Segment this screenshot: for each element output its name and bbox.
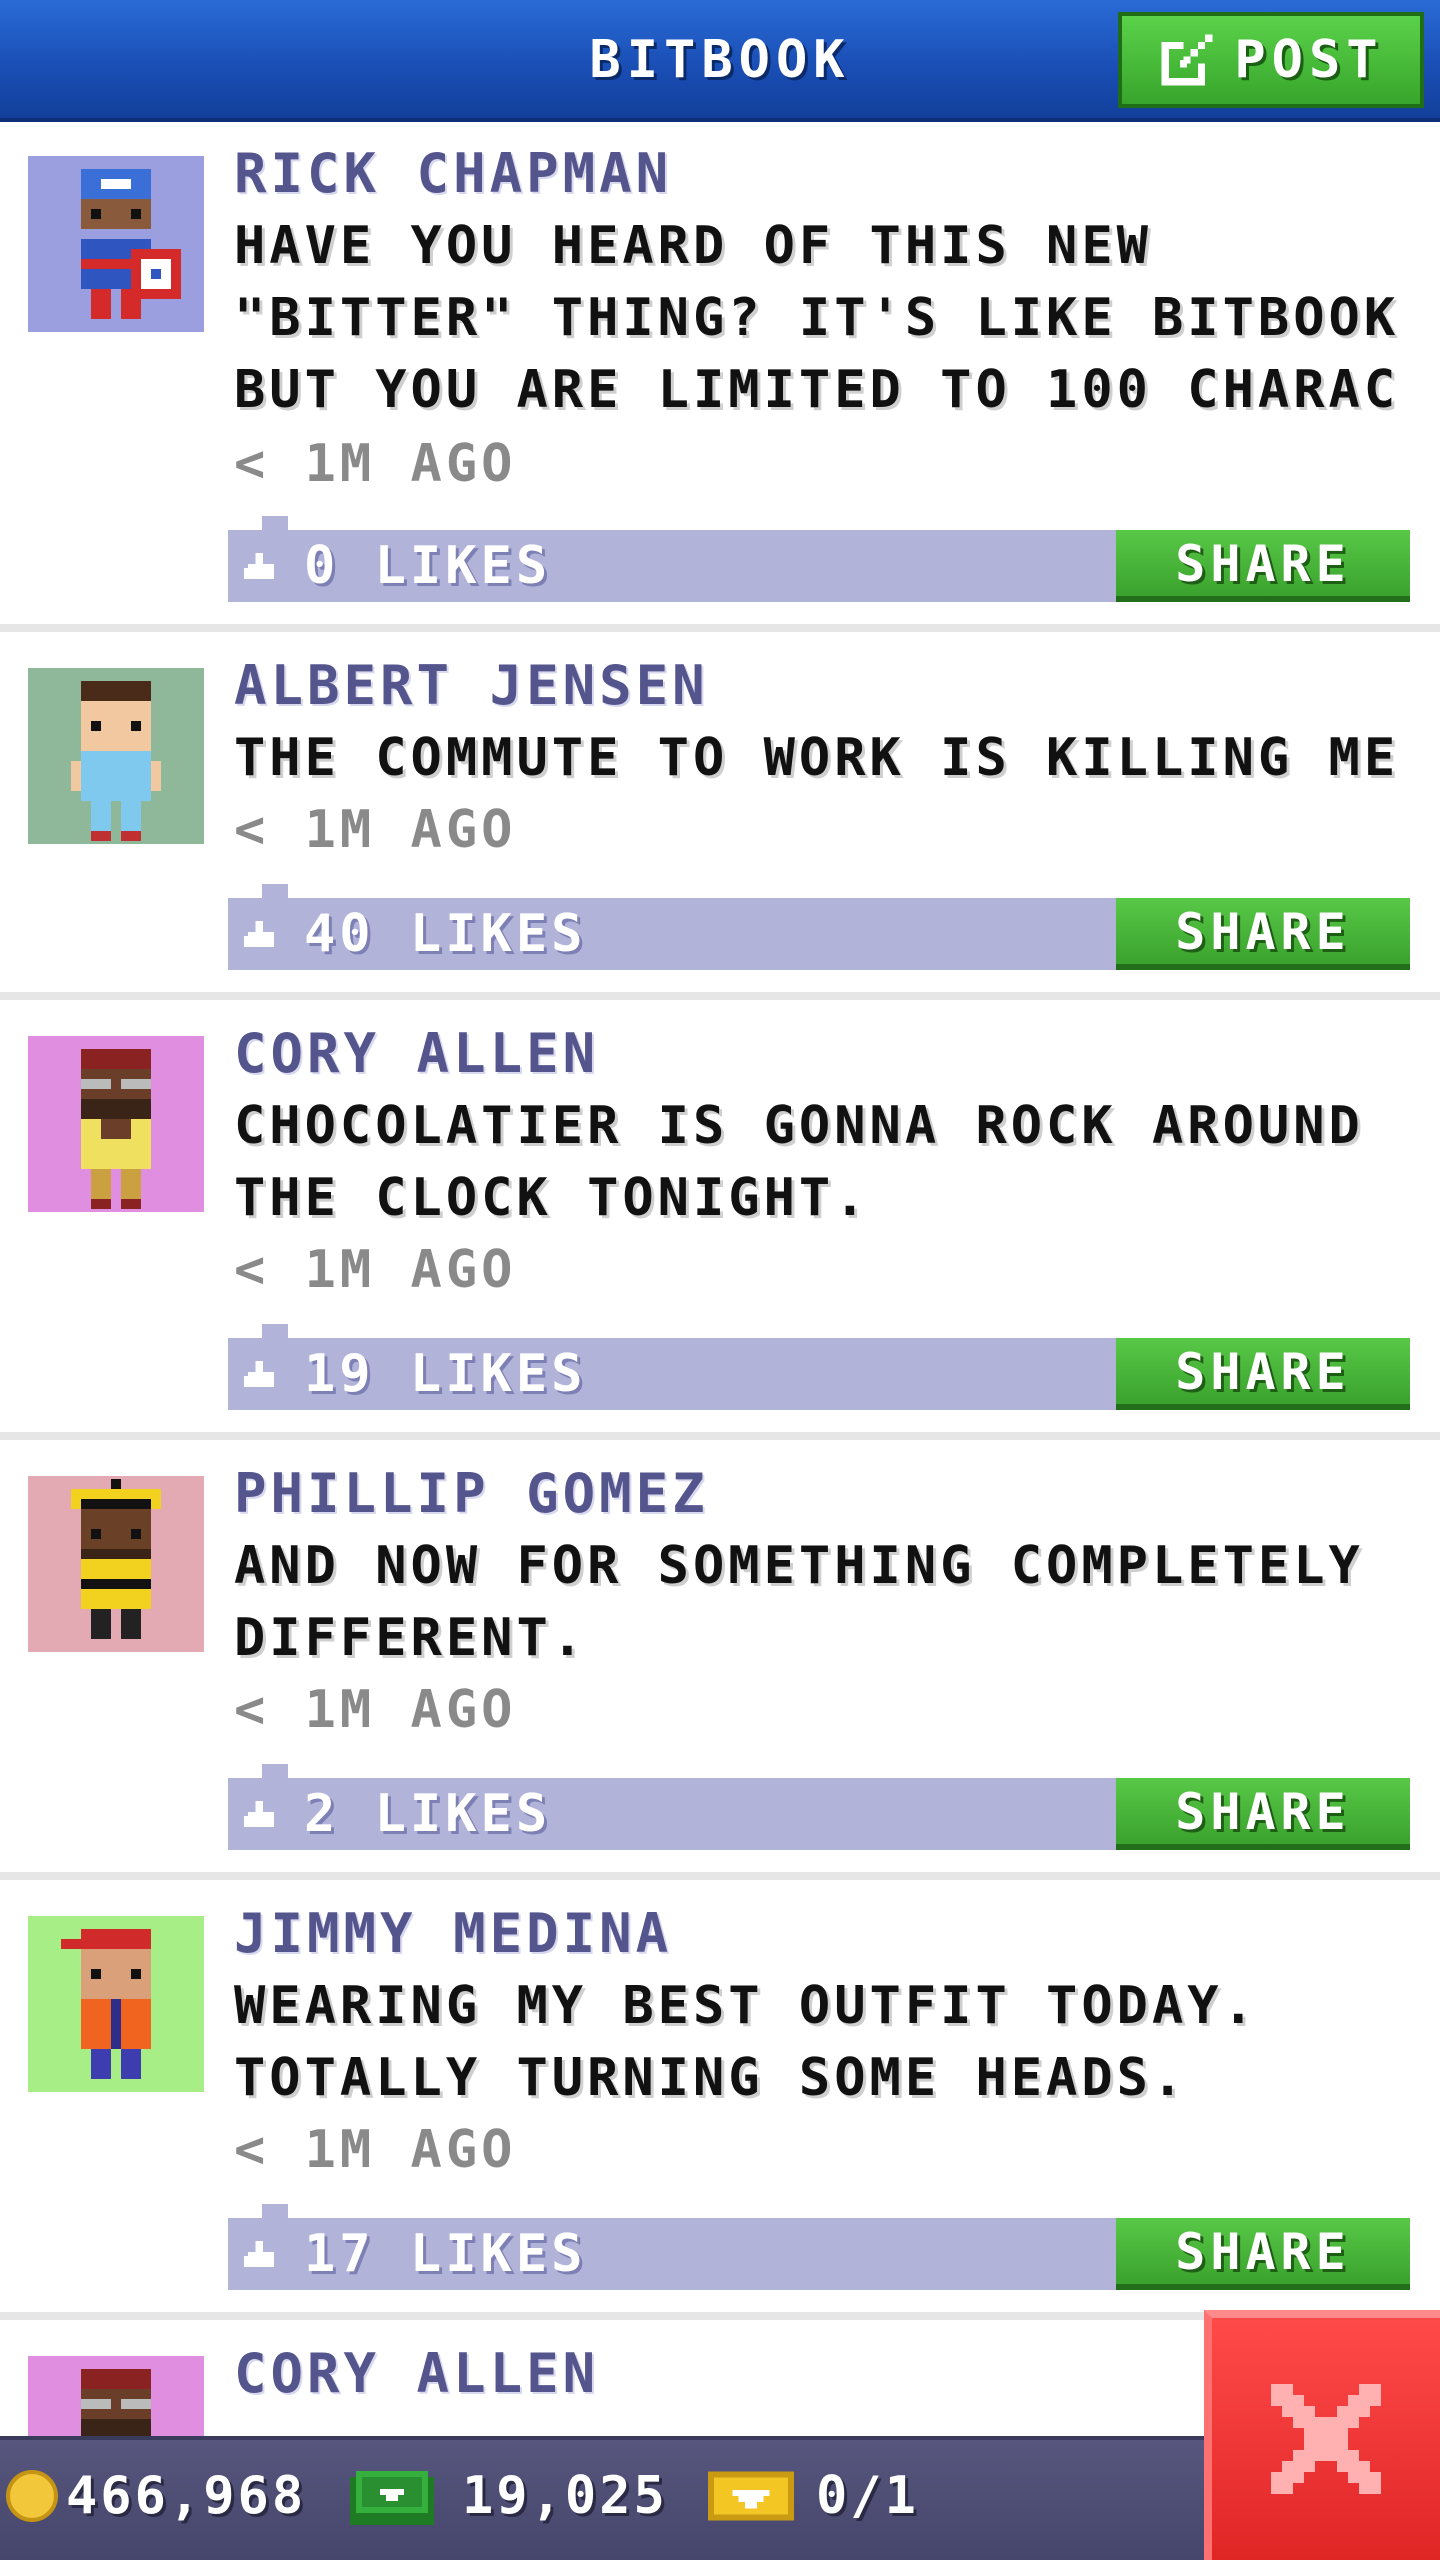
boy-avatar[interactable] [28,668,204,844]
news-feed[interactable]: RICK CHAPMAN HAVE YOU HEARD OF THIS NEW … [0,122,1440,2436]
post-author[interactable]: JIMMY MEDINA [234,1904,672,1964]
like-bar: 40 LIKES SHARE [228,884,1410,970]
like-bar-tab [262,1764,288,1778]
close-icon [1271,2384,1381,2494]
bearded-man-avatar[interactable] [28,2356,204,2436]
coins-count: 466,968 [66,2466,307,2526]
red-cap-man-icon [61,1929,151,2079]
post-author[interactable]: PHILLIP GOMEZ [234,1464,709,1524]
bux-icon [350,2471,434,2525]
post-message: AND NOW FOR SOMETHING COMPLETELY DIFFERE… [234,1536,1400,1668]
post-timestamp: < 1M AGO [234,1680,517,1740]
ticket-icon [708,2471,794,2521]
like-bar: 2 LIKES SHARE [228,1764,1410,1850]
like-bar-tab [262,884,288,898]
likes-count: 40 LIKES [304,904,587,964]
share-button[interactable]: SHARE [1116,530,1410,602]
post-timestamp: < 1M AGO [234,434,517,494]
likes-count: 0 LIKES [304,536,552,596]
bux-count: 19,025 [462,2466,668,2526]
thumbs-up-icon[interactable] [244,1800,274,1828]
post-divider [0,992,1440,1000]
bearded-man-icon [81,2369,151,2436]
likes-count: 19 LIKES [304,1344,587,1404]
likes-count: 2 LIKES [304,1784,552,1844]
share-button[interactable]: SHARE [1116,1778,1410,1850]
compose-icon [1162,34,1213,86]
app-header: BITBOOK POST [0,0,1440,122]
post-timestamp: < 1M AGO [234,800,517,860]
post-message: WEARING MY BEST OUTFIT TODAY. TOTALLY TU… [234,1976,1294,2108]
like-bar: 0 LIKES SHARE [228,516,1410,602]
bearded-man-icon [81,1049,151,1209]
thumbs-up-icon[interactable] [244,920,274,948]
post-button-label: POST [1234,30,1384,90]
boy-icon [71,681,161,841]
like-bar-tab [262,516,288,530]
post-divider [0,1872,1440,1880]
coin-icon [6,2470,58,2522]
post-timestamp: < 1M AGO [234,1240,517,1300]
post-author[interactable]: ALBERT JENSEN [234,656,709,716]
post-divider [0,1432,1440,1440]
close-button[interactable] [1204,2310,1440,2560]
red-cap-avatar[interactable] [28,1916,204,2092]
thumbs-up-icon[interactable] [244,1360,274,1388]
post-divider [0,624,1440,632]
share-button[interactable]: SHARE [1116,1338,1410,1410]
likes-count: 17 LIKES [304,2224,587,2284]
thumbs-up-icon[interactable] [244,2240,274,2268]
post-message: HAVE YOU HEARD OF THIS NEW "BITTER" THIN… [234,216,1400,420]
hardhat-worker-avatar[interactable] [28,1476,204,1652]
superhero-avatar[interactable] [28,156,204,332]
like-bar-tab [262,1324,288,1338]
post-author[interactable]: CORY ALLEN [234,2344,599,2404]
post-timestamp: < 1M AGO [234,2120,517,2180]
share-button[interactable]: SHARE [1116,2218,1410,2290]
thumbs-up-icon[interactable] [244,552,274,580]
post-button[interactable]: POST [1118,12,1424,108]
post-message: CHOCOLATIER IS GONNA ROCK AROUND THE CLO… [234,1096,1400,1228]
like-bar: 17 LIKES SHARE [228,2204,1410,2290]
tickets-count: 0/1 [816,2466,919,2526]
post-author[interactable]: RICK CHAPMAN [234,144,672,204]
post-author[interactable]: CORY ALLEN [234,1024,599,1084]
like-bar: 19 LIKES SHARE [228,1324,1410,1410]
bearded-man-avatar[interactable] [28,1036,204,1212]
share-button[interactable]: SHARE [1116,898,1410,970]
superhero-icon [81,169,181,319]
like-bar-tab [262,2204,288,2218]
hardhat-worker-icon [71,1479,161,1639]
post-message: THE COMMUTE TO WORK IS KILLING ME :( [234,728,1400,788]
